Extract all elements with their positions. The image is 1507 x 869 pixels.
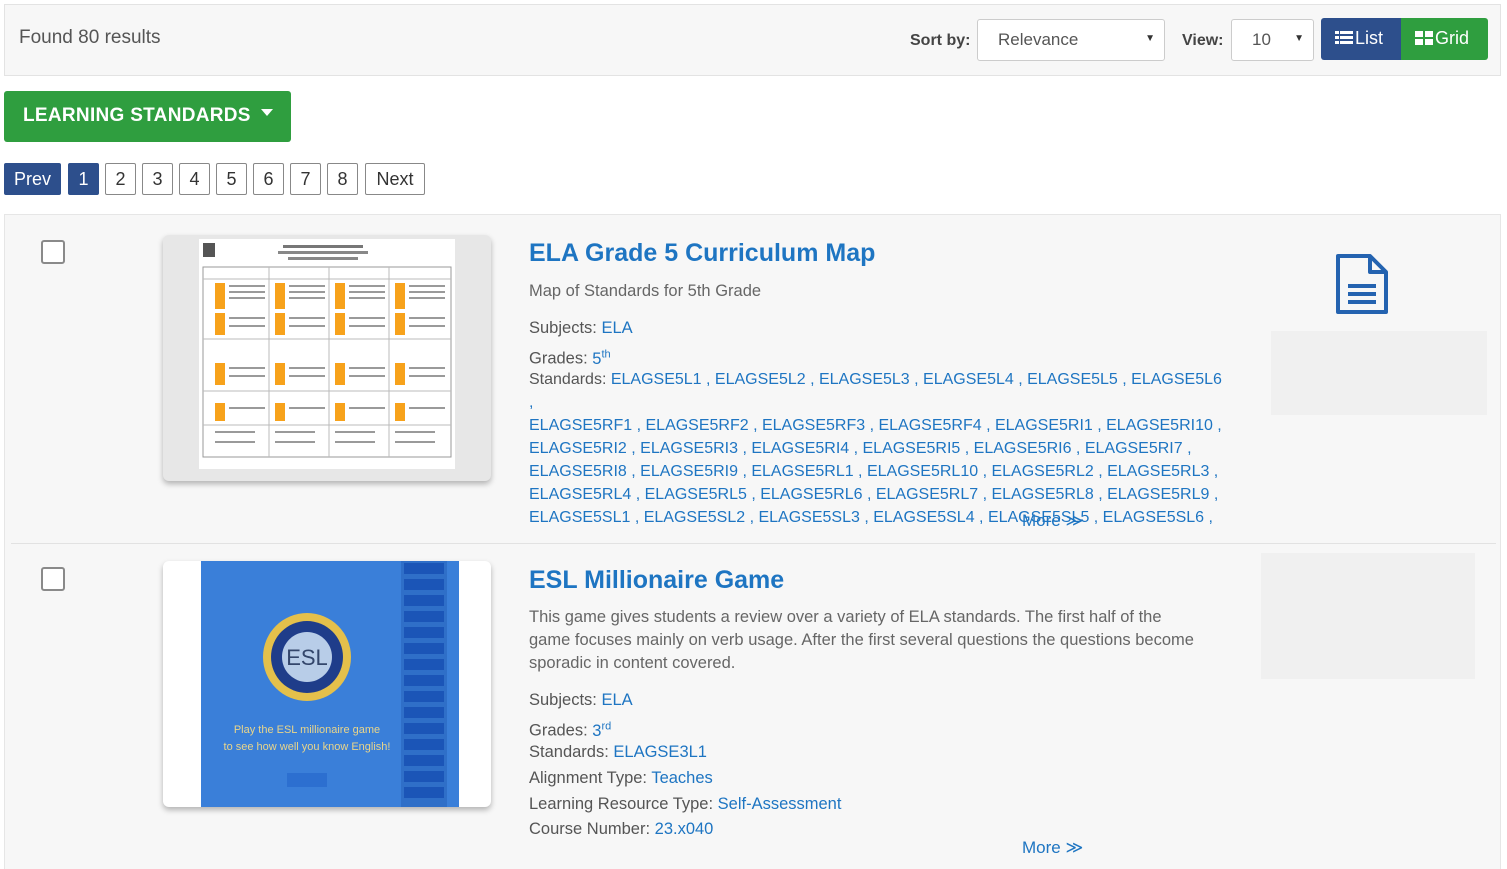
caret-down-icon [261, 109, 273, 116]
grid-icon [1415, 31, 1433, 45]
alignment-link[interactable]: Teaches [651, 769, 712, 787]
result-subjects: Subjects: ELA [529, 316, 633, 342]
grid-view-label: Grid [1435, 28, 1470, 48]
course-number-link[interactable]: 23.x040 [655, 820, 714, 838]
result-thumbnail[interactable] [163, 235, 491, 481]
standards-line[interactable]: ELAGSE5RL4 , ELAGSE5RL5 , ELAGSE5RL6 , E… [529, 483, 1229, 506]
result-title-link[interactable]: ESL Millionaire Game [529, 566, 784, 595]
subjects-label: Subjects: [529, 319, 597, 337]
more-link[interactable]: More ≫ [1022, 838, 1083, 858]
thumb-caption-line-2: to see how well you know English! [224, 741, 391, 753]
view-count-value: 10 [1252, 30, 1271, 49]
result-alignment-type: Alignment Type: Teaches [529, 766, 713, 792]
list-view-button[interactable]: List [1321, 18, 1401, 60]
result-course-number: Course Number: 23.x040 [529, 817, 713, 843]
learning-standards-label: LEARNING STANDARDS [23, 105, 251, 126]
results-count: Found 80 results [19, 27, 161, 48]
grades-label: Grades: [529, 349, 588, 368]
standards-line[interactable]: ELAGSE5RI8 , ELAGSE5RI9 , ELAGSE5RL1 , E… [529, 460, 1229, 483]
result-thumbnail[interactable]: ESL Play the ESL millionaire game to see… [163, 561, 491, 807]
esl-badge-text: ESL [286, 645, 328, 670]
result-standards: Standards: ELAGSE3L1 [529, 740, 707, 766]
curriculum-map-thumbnail-image [199, 239, 455, 469]
page-button-8[interactable]: 8 [327, 163, 358, 195]
grades-link[interactable]: 5th [592, 348, 611, 368]
result-checkbox[interactable] [41, 567, 65, 591]
standards-line[interactable]: ELAGSE5RF1 , ELAGSE5RF2 , ELAGSE5RF3 , E… [529, 414, 1229, 437]
next-page-button[interactable]: Next [365, 163, 425, 195]
page-button-6[interactable]: 6 [253, 163, 284, 195]
result-subjects: Subjects: ELA [529, 688, 633, 714]
action-placeholder [1271, 331, 1487, 415]
prev-page-button[interactable]: Prev [4, 163, 61, 195]
sort-select[interactable]: Relevance ▼ [977, 19, 1165, 61]
standards-line[interactable]: ELAGSE5RI2 , ELAGSE5RI3 , ELAGSE5RI4 , E… [529, 437, 1229, 460]
subjects-link[interactable]: ELA [601, 691, 632, 709]
subjects-label: Subjects: [529, 691, 597, 709]
standards-label: Standards: [529, 743, 609, 761]
result-resource-type: Learning Resource Type: Self-Assessment [529, 792, 841, 818]
page-button-4[interactable]: 4 [179, 163, 210, 195]
result-description: This game gives students a review over a… [529, 608, 1194, 672]
caret-down-icon: ▼ [1145, 33, 1155, 44]
grid-view-button[interactable]: Grid [1401, 18, 1488, 60]
result-title-link[interactable]: ELA Grade 5 Curriculum Map [529, 239, 875, 268]
sort-select-value: Relevance [998, 30, 1079, 49]
resource-type-link[interactable]: Self-Assessment [718, 795, 842, 813]
result-standards: Standards: ELAGSE5L1 , ELAGSE5L2 , ELAGS… [529, 368, 1229, 529]
row-divider [11, 543, 1496, 544]
alignment-label: Alignment Type: [529, 769, 648, 787]
course-number-label: Course Number: [529, 820, 651, 838]
standards-label: Standards: [529, 371, 607, 388]
document-icon[interactable] [1334, 252, 1390, 316]
list-view-label: List [1355, 28, 1384, 48]
result-description: Map of Standards for 5th Grade [529, 282, 762, 300]
more-link[interactable]: More ≫ [1022, 511, 1083, 531]
page-button-2[interactable]: 2 [105, 163, 136, 195]
view-label: View: [1182, 32, 1224, 49]
standards-line[interactable]: ELAGSE5L1 , ELAGSE5L2 , ELAGSE5L3 , ELAG… [529, 371, 1222, 411]
page-button-1[interactable]: 1 [68, 163, 99, 195]
standards-link[interactable]: ELAGSE3L1 [613, 743, 707, 761]
millionaire-game-thumbnail-image: ESL Play the ESL millionaire game to see… [201, 561, 459, 807]
list-icon [1335, 31, 1353, 44]
caret-down-icon: ▼ [1294, 33, 1304, 44]
results-list: ELA Grade 5 Curriculum Map Map of Standa… [4, 214, 1501, 869]
grades-label: Grades: [529, 721, 588, 740]
results-toolbar: Found 80 results Sort by: Relevance ▼ Vi… [4, 4, 1501, 76]
grades-link[interactable]: 3rd [592, 720, 612, 740]
page-button-3[interactable]: 3 [142, 163, 173, 195]
view-count-select[interactable]: 10 ▼ [1231, 19, 1314, 61]
thumb-caption-line-1: Play the ESL millionaire game [234, 724, 380, 736]
result-checkbox[interactable] [41, 240, 65, 264]
page-button-5[interactable]: 5 [216, 163, 247, 195]
resource-type-label: Learning Resource Type: [529, 795, 714, 813]
subjects-link[interactable]: ELA [601, 319, 632, 337]
sort-label: Sort by: [910, 32, 971, 49]
page-button-7[interactable]: 7 [290, 163, 321, 195]
standards-line[interactable]: ELAGSE5SL1 , ELAGSE5SL2 , ELAGSE5SL3 , E… [529, 506, 1229, 529]
grade-suffix: rd [601, 720, 612, 732]
grade-suffix: th [601, 348, 611, 360]
learning-standards-dropdown[interactable]: LEARNING STANDARDS [4, 91, 291, 142]
action-placeholder [1261, 553, 1475, 679]
